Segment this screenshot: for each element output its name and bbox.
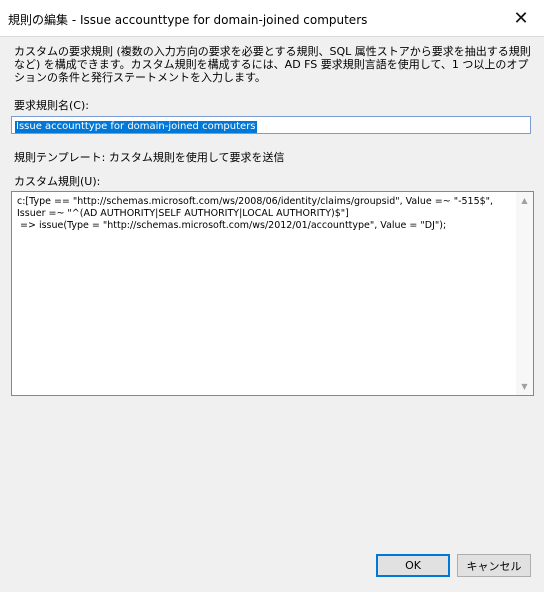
scroll-down-icon[interactable]: ▼ — [516, 378, 533, 395]
close-icon: ✕ — [513, 7, 529, 29]
vertical-scrollbar[interactable]: ▲ ▼ — [516, 192, 533, 395]
ok-button[interactable]: OK — [376, 554, 450, 577]
custom-rule-textarea[interactable]: c:[Type == "http://schemas.microsoft.com… — [11, 191, 534, 396]
description-text: カスタムの要求規則 (複数の入力方向の要求を必要とする規則、SQL 属性ストアか… — [14, 45, 531, 84]
claim-rule-name-label: 要求規則名(C): — [14, 99, 89, 112]
title-bar: 規則の編集 - Issue accounttype for domain-joi… — [0, 0, 544, 37]
rule-template-text: 規則テンプレート: カスタム規則を使用して要求を送信 — [14, 151, 285, 164]
custom-rule-text: c:[Type == "http://schemas.microsoft.com… — [17, 196, 494, 231]
scroll-up-icon[interactable]: ▲ — [516, 192, 533, 209]
close-button[interactable]: ✕ — [498, 0, 544, 36]
claim-rule-name-input[interactable]: Issue accounttype for domain-joined comp… — [11, 116, 531, 134]
claim-rule-name-value: Issue accounttype for domain-joined comp… — [15, 121, 257, 133]
cancel-button[interactable]: キャンセル — [457, 554, 531, 577]
custom-rule-label: カスタム規則(U): — [14, 175, 101, 188]
window-title: 規則の編集 - Issue accounttype for domain-joi… — [8, 13, 368, 27]
